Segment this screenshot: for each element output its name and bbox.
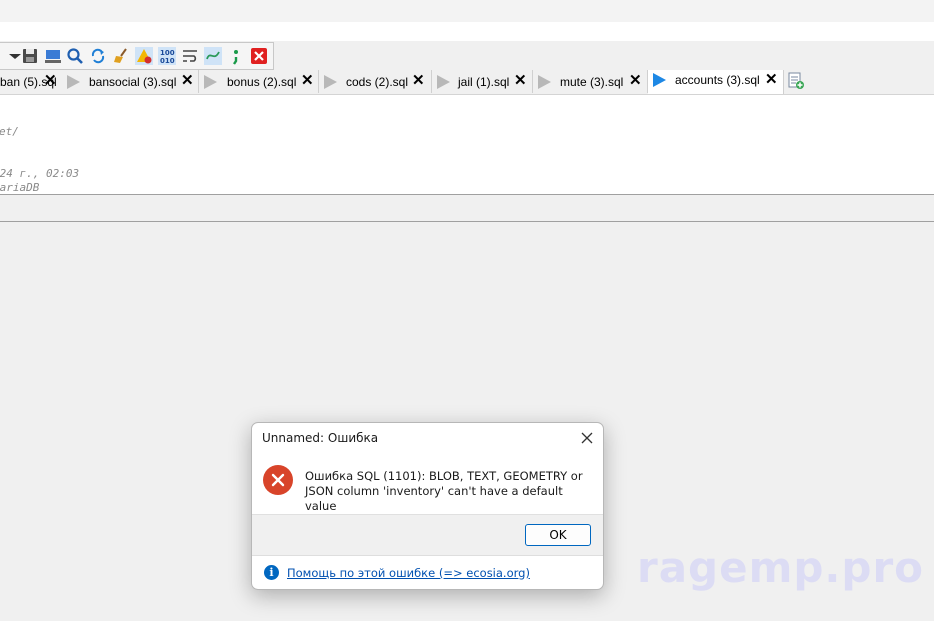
play-icon bbox=[67, 75, 80, 89]
watermark: ragemp.pro bbox=[637, 543, 925, 592]
close-red-icon[interactable] bbox=[250, 47, 268, 65]
query-tabs: ban (5).sql ✕ bansocial (3).sql ✕ bonus … bbox=[0, 70, 934, 95]
tab-cods[interactable]: cods (2).sql ✕ bbox=[319, 70, 432, 93]
info-icon: i bbox=[264, 565, 279, 580]
play-icon bbox=[437, 75, 450, 89]
dialog-title: Unnamed: Ошибка bbox=[262, 431, 379, 445]
replace-icon[interactable] bbox=[89, 47, 107, 65]
editor-line: MariaDB bbox=[0, 181, 40, 194]
tab-label: cods (2).sql bbox=[346, 75, 409, 89]
play-icon bbox=[204, 75, 217, 89]
tab-label: jail (1).sql bbox=[458, 75, 510, 89]
wrap-icon[interactable] bbox=[181, 47, 199, 65]
dialog-button-bar: OK bbox=[252, 514, 603, 556]
new-tab-icon[interactable] bbox=[787, 72, 805, 90]
tab-jail[interactable]: jail (1).sql ✕ bbox=[432, 70, 533, 93]
editor-line: et/ bbox=[0, 125, 19, 138]
tab-close-icon[interactable]: ✕ bbox=[765, 71, 778, 89]
tab-mute[interactable]: mute (3).sql ✕ bbox=[533, 70, 648, 93]
binary-icon[interactable]: 100010 bbox=[158, 47, 176, 65]
error-icon bbox=[263, 465, 293, 495]
save-icon[interactable] bbox=[21, 47, 39, 65]
tab-label: bonus (2).sql bbox=[227, 75, 297, 89]
editor-line: 024 г., 02:03 bbox=[0, 167, 80, 180]
search-icon[interactable] bbox=[66, 47, 84, 65]
tab-close-icon[interactable]: ✕ bbox=[629, 72, 642, 90]
error-message: Ошибка SQL (1101): BLOB, TEXT, GEOMETRY … bbox=[305, 469, 583, 513]
result-tabs-bar bbox=[0, 195, 934, 222]
tab-close-icon[interactable]: ✕ bbox=[44, 72, 57, 90]
top-white-area bbox=[0, 22, 934, 41]
svg-text:010: 010 bbox=[160, 57, 175, 65]
computer-icon[interactable] bbox=[44, 47, 62, 65]
tab-bansocial[interactable]: bansocial (3).sql ✕ bbox=[62, 70, 199, 93]
tab-label: mute (3).sql bbox=[560, 75, 624, 89]
tab-ban[interactable]: ban (5).sql ✕ bbox=[0, 70, 63, 93]
help-link[interactable]: Помощь по этой ошибке (=> ecosia.org) bbox=[287, 566, 530, 580]
tab-close-icon[interactable]: ✕ bbox=[412, 72, 425, 90]
tab-close-icon[interactable]: ✕ bbox=[181, 72, 194, 90]
play-icon bbox=[538, 75, 551, 89]
play-icon bbox=[324, 75, 337, 89]
tab-label: accounts (3).sql bbox=[675, 73, 760, 87]
semicolon-icon[interactable] bbox=[227, 47, 245, 65]
window-top-strip bbox=[0, 0, 934, 22]
svg-text:100: 100 bbox=[160, 49, 175, 57]
error-dialog: Unnamed: Ошибка Ошибка SQL (1101): BLOB,… bbox=[251, 422, 604, 590]
format-sql-icon[interactable] bbox=[204, 47, 222, 65]
close-icon[interactable] bbox=[580, 431, 594, 445]
broom-icon[interactable] bbox=[112, 47, 130, 65]
sql-editor[interactable]: et/ 024 г., 02:03 MariaDB bbox=[0, 95, 934, 195]
tab-close-icon[interactable]: ✕ bbox=[301, 72, 314, 90]
tab-accounts[interactable]: accounts (3).sql ✕ bbox=[648, 70, 784, 94]
tab-label: bansocial (3).sql bbox=[89, 75, 177, 89]
warning-icon[interactable] bbox=[135, 47, 153, 65]
ok-button[interactable]: OK bbox=[525, 524, 591, 546]
tab-close-icon[interactable]: ✕ bbox=[514, 72, 527, 90]
query-toolbar: 100 010 bbox=[0, 42, 274, 70]
tab-bonus[interactable]: bonus (2).sql ✕ bbox=[199, 70, 319, 93]
play-icon bbox=[653, 73, 666, 87]
